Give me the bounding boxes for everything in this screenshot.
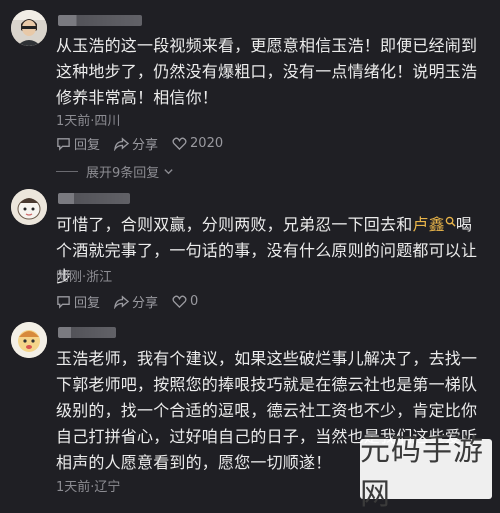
reply-button[interactable]: 回复	[56, 292, 100, 311]
avatar[interactable]	[11, 10, 47, 46]
search-icon[interactable]	[445, 216, 456, 227]
reply-label: 回复	[74, 295, 101, 311]
expand-line	[56, 171, 78, 172]
heart-icon	[172, 137, 187, 150]
comment-actions: 回复 分享 2020	[56, 133, 237, 153]
comment-text: 可惜了，合则双赢，分则两败，兄弟忍一下回去和卢鑫 喝个酒就完事了，一句话的事，没有…	[56, 212, 488, 290]
like-count: 2020	[190, 135, 224, 151]
like-count: 0	[190, 293, 199, 309]
share-label: 分享	[132, 295, 159, 311]
watermark-logo: 元码手游网	[360, 433, 492, 512]
share-button[interactable]: 分享	[114, 292, 158, 311]
comment-actions: 回复 分享 0	[56, 291, 212, 311]
comment-meta: 1天前·辽宁	[56, 480, 121, 495]
avatar-image-icon	[11, 10, 47, 46]
avatar-image-icon	[11, 322, 47, 358]
reply-button[interactable]: 回复	[56, 134, 100, 153]
comment-1: 从玉浩的这一段视频来看，更愿意相信玉浩！即便已经闹到这种地步了，仍然没有爆粗口，…	[0, 0, 500, 185]
share-button[interactable]: 分享	[114, 134, 158, 153]
avatar-image-icon	[11, 189, 47, 225]
like-button[interactable]: 0	[172, 294, 198, 309]
expand-replies-button[interactable]: 展开9条回复	[56, 162, 174, 181]
share-icon	[114, 294, 130, 309]
share-label: 分享	[132, 137, 159, 153]
comment-text: 从玉浩的这一段视频来看，更愿意相信玉浩！即便已经闹到这种地步了，仍然没有爆粗口，…	[56, 36, 478, 107]
avatar[interactable]	[11, 189, 47, 225]
username-redacted[interactable]	[58, 193, 130, 204]
expand-label: 展开9条回复	[86, 166, 160, 181]
share-icon	[114, 136, 130, 151]
heart-icon	[172, 295, 187, 308]
username-redacted[interactable]	[58, 15, 142, 26]
like-button[interactable]: 2020	[172, 136, 223, 151]
reply-label: 回复	[74, 137, 101, 153]
avatar[interactable]	[11, 322, 47, 358]
reply-icon	[57, 295, 70, 309]
username-redacted[interactable]	[58, 327, 116, 338]
comment-meta: 刚刚·浙江	[56, 270, 113, 285]
highlight-link[interactable]: 卢鑫	[412, 215, 444, 234]
comment-meta: 1天前·四川	[56, 114, 121, 129]
comment-2: 可惜了，合则双赢，分则两败，兄弟忍一下回去和卢鑫 喝个酒就完事了，一句话的事，没有…	[0, 185, 500, 311]
reply-icon	[57, 137, 70, 151]
chevron-down-icon	[164, 169, 173, 175]
comment-text-part: 可惜了，合则双赢，分则两败，兄弟忍一下回去和	[56, 215, 413, 234]
